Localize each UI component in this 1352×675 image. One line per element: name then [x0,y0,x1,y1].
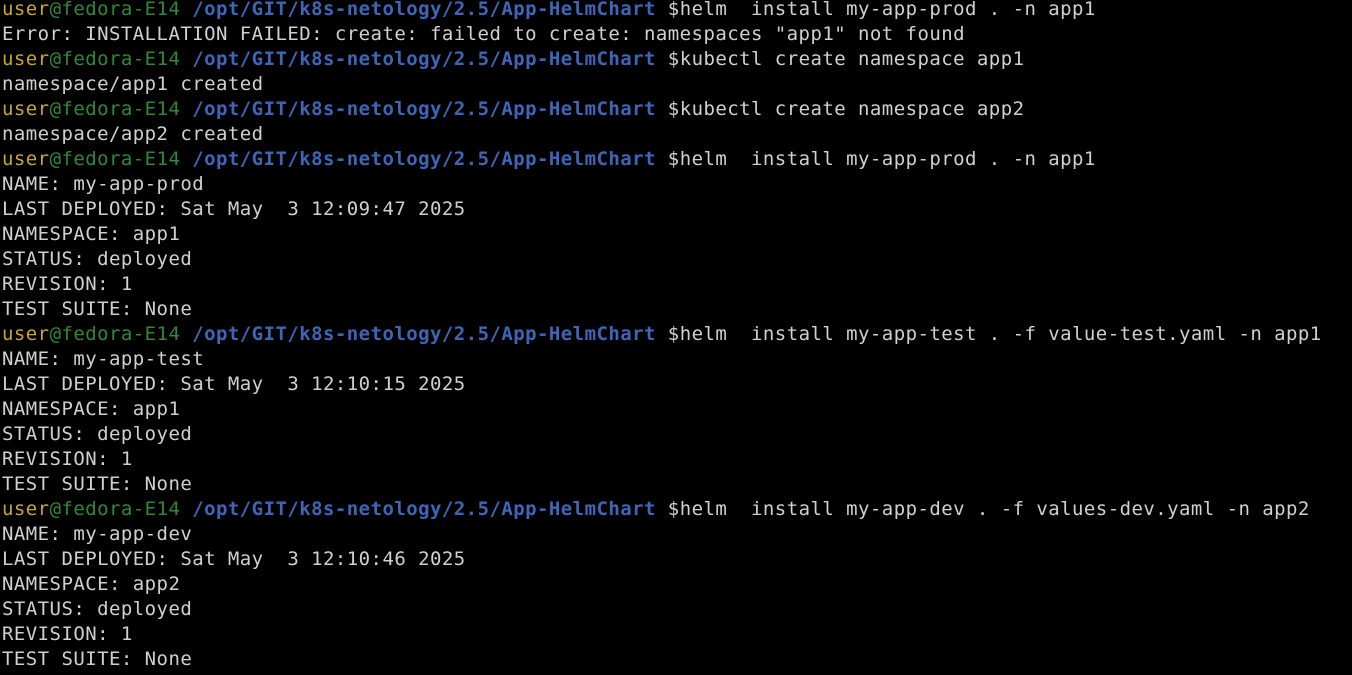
terminal-window[interactable]: user@fedora-E14 /opt/GIT/k8s-netology/2.… [0,0,1352,675]
output-text: NAMESPACE: app2 [2,573,181,595]
prompt-path: /opt/GIT/k8s-netology/2.5/App-HelmChart [192,148,656,170]
prompt-user: user [2,98,50,120]
output-text: NAMESPACE: app1 [2,223,181,245]
command-text: helm install my-app-dev . -f values-dev.… [679,498,1310,520]
prompt-dollar: $ [667,0,680,20]
prompt-host: @fedora-E14 [49,498,181,520]
prompt-line: user@fedora-E14 /opt/GIT/k8s-netology/2.… [2,0,1352,22]
output-line: LAST DEPLOYED: Sat May 3 12:09:47 2025 [2,197,1352,222]
output-line: NAMESPACE: app1 [2,222,1352,247]
prompt-line: user@fedora-E14 /opt/GIT/k8s-netology/2.… [2,497,1352,522]
prompt-dollar: $ [667,48,680,70]
prompt-line: user@fedora-E14 /opt/GIT/k8s-netology/2.… [2,97,1352,122]
output-text: STATUS: deployed [2,248,193,270]
output-line: REVISION: 1 [2,622,1352,647]
prompt-user: user [2,48,50,70]
output-line: REVISION: 1 [2,447,1352,472]
output-line: Error: INSTALLATION FAILED: create: fail… [2,22,1352,47]
output-line: STATUS: deployed [2,597,1352,622]
output-text: LAST DEPLOYED: Sat May 3 12:10:15 2025 [2,373,466,395]
prompt-path: /opt/GIT/k8s-netology/2.5/App-HelmChart [192,98,656,120]
prompt-user: user [2,498,50,520]
command-text: helm install my-app-test . -f value-test… [679,323,1322,345]
prompt-host: @fedora-E14 [49,0,181,20]
prompt-path: /opt/GIT/k8s-netology/2.5/App-HelmChart [192,498,656,520]
command-text: kubectl create namespace app2 [679,98,1025,120]
prompt-path: /opt/GIT/k8s-netology/2.5/App-HelmChart [192,323,656,345]
prompt-user: user [2,148,50,170]
output-text: namespace/app2 created [2,123,264,145]
command-text: helm install my-app-prod . -n app1 [679,148,1096,170]
output-line: STATUS: deployed [2,247,1352,272]
prompt-dollar: $ [667,148,680,170]
output-line: NAME: my-app-test [2,347,1352,372]
output-line: TEST SUITE: None [2,297,1352,322]
output-text: NAMESPACE: app1 [2,398,181,420]
output-line: STATUS: deployed [2,422,1352,447]
prompt-line: user@fedora-E14 /opt/GIT/k8s-netology/2.… [2,147,1352,172]
output-line: TEST SUITE: None [2,472,1352,497]
output-line: TEST SUITE: None [2,647,1352,672]
command-text: helm install my-app-prod . -n app1 [679,0,1096,20]
output-text: REVISION: 1 [2,623,133,645]
output-line: NAME: my-app-dev [2,522,1352,547]
output-text: REVISION: 1 [2,273,133,295]
output-line: LAST DEPLOYED: Sat May 3 12:10:15 2025 [2,372,1352,397]
prompt-host: @fedora-E14 [49,148,181,170]
output-text: TEST SUITE: None [2,298,193,320]
prompt-line: user@fedora-E14 /opt/GIT/k8s-netology/2.… [2,47,1352,72]
output-line: REVISION: 1 [2,272,1352,297]
prompt-path: /opt/GIT/k8s-netology/2.5/App-HelmChart [192,48,656,70]
output-text: TEST SUITE: None [2,648,193,670]
output-text: NAME: my-app-dev [2,523,193,545]
output-line: namespace/app2 created [2,122,1352,147]
output-text: NAME: my-app-prod [2,173,205,195]
output-text: namespace/app1 created [2,73,264,95]
prompt-dollar: $ [667,98,680,120]
output-line: NAMESPACE: app1 [2,397,1352,422]
output-line: NAME: my-app-prod [2,172,1352,197]
output-text: LAST DEPLOYED: Sat May 3 12:09:47 2025 [2,198,466,220]
output-text: STATUS: deployed [2,598,193,620]
output-text: STATUS: deployed [2,423,193,445]
output-line: NAMESPACE: app2 [2,572,1352,597]
output-text: Error: INSTALLATION FAILED: create: fail… [2,23,966,45]
output-text: REVISION: 1 [2,448,133,470]
output-text: TEST SUITE: None [2,473,193,495]
prompt-host: @fedora-E14 [49,48,181,70]
output-line: LAST DEPLOYED: Sat May 3 12:10:46 2025 [2,547,1352,572]
prompt-line: user@fedora-E14 /opt/GIT/k8s-netology/2.… [2,322,1352,347]
output-text: NAME: my-app-test [2,348,205,370]
prompt-host: @fedora-E14 [49,98,181,120]
prompt-dollar: $ [667,498,680,520]
output-text: LAST DEPLOYED: Sat May 3 12:10:46 2025 [2,548,466,570]
prompt-user: user [2,323,50,345]
command-text: kubectl create namespace app1 [679,48,1025,70]
output-line: namespace/app1 created [2,72,1352,97]
prompt-path: /opt/GIT/k8s-netology/2.5/App-HelmChart [192,0,656,20]
prompt-user: user [2,0,50,20]
prompt-host: @fedora-E14 [49,323,181,345]
prompt-dollar: $ [667,323,680,345]
